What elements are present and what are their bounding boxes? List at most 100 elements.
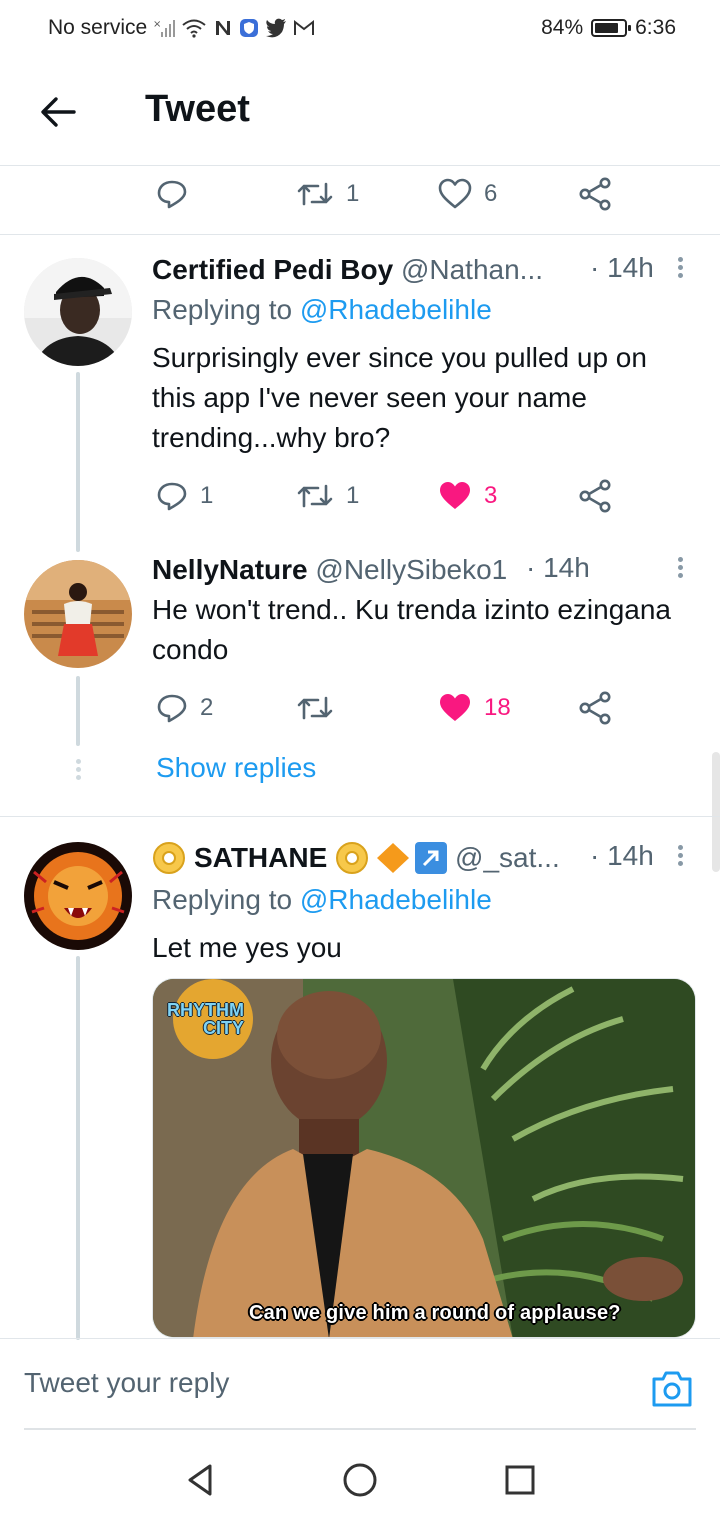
reply-icon [157,180,187,209]
carrier-label: No service [48,16,148,39]
tweet-text: Let me yes you [152,932,342,963]
reply-icon [157,694,187,723]
nav-home-icon[interactable] [340,1460,380,1500]
tweet-actions: 1 1 3 [0,474,720,518]
wifi-icon [182,19,206,38]
twitter-bird-icon [266,18,287,38]
tweet-time: · 14h [526,552,590,583]
more-options-icon[interactable] [672,254,688,290]
retweet-button[interactable] [296,686,334,730]
more-options-icon[interactable] [672,842,688,878]
camera-icon[interactable] [650,1369,694,1409]
author-name: NellyNature [152,554,308,585]
more-options-icon[interactable] [672,554,688,590]
reply-count: 2 [200,694,214,721]
share-button[interactable] [578,172,612,216]
replying-to-link[interactable]: @Rhadebelihle [300,294,492,325]
thread-continuation-dots [70,756,86,792]
main-tweet-actions: 1 6 [0,172,720,216]
tweet-media-image[interactable]: RHYTHM CITY Can we give him a round of a… [152,978,696,1338]
avatar[interactable] [24,560,132,668]
tweet-author-row[interactable]: NellyNature @NellySibeko1 [152,552,507,588]
tweet-actions: 2 18 [0,686,720,730]
replying-to-label: Replying to [152,884,293,915]
status-right: 84% 6:36 [541,16,676,40]
nav-recents-icon[interactable] [500,1460,540,1500]
share-button[interactable] [578,686,612,730]
reply-icon [157,482,187,511]
share-icon [579,479,611,513]
like-button[interactable]: 6 [438,172,497,216]
retweet-icon [297,696,333,720]
arrow-up-right-icon [415,842,448,874]
notification-n-icon [216,21,231,35]
shield-app-icon [240,19,259,37]
retweet-icon [297,182,333,206]
media-logo-line1: RHYTHM [167,1000,244,1020]
heart-filled-icon [440,694,470,721]
status-bar: No service × 84% 6:36 [0,0,720,56]
like-count: 6 [484,180,498,207]
disc-emoji-icon [153,842,185,874]
input-underline [24,1428,696,1430]
reply-button[interactable]: 1 [156,474,213,518]
back-arrow-icon[interactable] [38,92,78,132]
reply-input[interactable]: Tweet your reply [24,1367,229,1399]
thread-line [76,372,80,552]
thread-line [76,956,80,1340]
status-left: No service × [48,16,315,40]
orange-diamond-icon [377,843,410,873]
avatar[interactable] [24,258,132,366]
tweet-text: Surprisingly ever since you pulled up on… [152,342,647,453]
no-signal-icon: × [153,19,176,37]
like-count: 18 [484,694,511,721]
reply-composer: Tweet your reply [0,1338,720,1430]
gmail-icon [294,19,315,35]
divider [0,816,720,817]
share-icon [579,691,611,725]
author-name: SATHANE [194,842,328,873]
clock: 6:36 [635,16,676,39]
heart-outline-icon [438,178,472,209]
avatar[interactable] [24,842,132,950]
media-logo: RHYTHM CITY [167,1001,244,1037]
top-app-bar: Tweet [0,56,720,166]
reply-count: 1 [200,482,214,509]
replying-to: Replying to @Rhadebelihle [152,294,492,326]
nav-back-icon[interactable] [180,1460,220,1500]
retweet-button[interactable]: 1 [296,172,359,216]
retweet-count: 1 [346,482,360,509]
retweet-icon [297,484,333,508]
tweet-author-row[interactable]: Certified Pedi Boy @Nathan... [152,252,543,288]
disc-emoji-icon [336,842,369,874]
replying-to: Replying to @Rhadebelihle [152,884,492,916]
scrollbar[interactable] [712,752,720,872]
author-handle: @Nathan... [400,254,544,285]
replying-to-label: Replying to [152,294,293,325]
like-button[interactable]: 3 [438,474,497,518]
like-count: 3 [484,482,498,509]
heart-filled-icon [440,482,470,509]
like-button[interactable]: 18 [438,686,511,730]
tweet-time: · 14h [590,840,654,871]
page-title: Tweet [145,88,250,130]
tweet-author-row[interactable]: SATHANE @_sat... [152,840,560,876]
replying-to-link[interactable]: @Rhadebelihle [300,884,492,915]
author-name: Certified Pedi Boy [152,254,394,285]
author-handle: @NellySibeko1 [315,554,508,585]
divider [0,234,720,235]
retweet-button[interactable]: 1 [296,474,359,518]
battery-percent: 84% [541,16,584,39]
reply-button[interactable] [156,172,188,216]
reply-button[interactable]: 2 [156,686,213,730]
media-logo-line2: CITY [203,1018,245,1038]
show-replies-link[interactable]: Show replies [156,752,316,784]
retweet-count: 1 [346,180,360,207]
system-nav-bar [0,1432,720,1520]
author-handle: @_sat... [455,842,560,873]
battery-icon [591,19,632,37]
share-button[interactable] [578,474,612,518]
tweet-text: He won't trend.. Ku trenda izinto ezinga… [152,594,671,665]
tweet-time: · 14h [590,252,654,283]
svg-text:×: × [153,19,161,30]
